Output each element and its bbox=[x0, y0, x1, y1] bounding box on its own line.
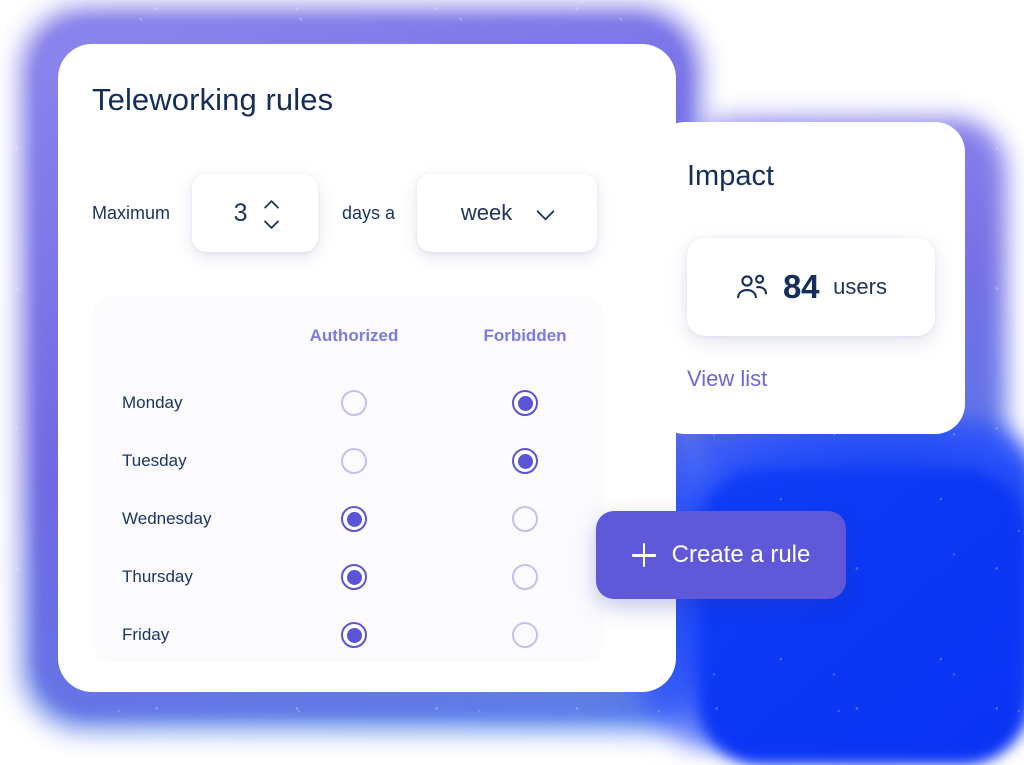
chevron-down-icon bbox=[538, 208, 553, 218]
column-header-authorized: Authorized bbox=[309, 326, 399, 345]
page-title: Teleworking rules bbox=[92, 82, 334, 117]
column-header-forbidden: Forbidden bbox=[483, 326, 567, 345]
period-select-value: week bbox=[460, 200, 513, 225]
radio-friday-forbidden[interactable] bbox=[512, 622, 538, 648]
radio-monday-forbidden[interactable] bbox=[512, 390, 538, 416]
users-icon bbox=[737, 274, 768, 299]
table-row: Thursday bbox=[92, 548, 604, 606]
create-rule-label: Create a rule bbox=[671, 541, 811, 568]
impact-users-stat: 84 users bbox=[687, 238, 935, 336]
days-quantity-stepper[interactable]: 3 bbox=[192, 174, 319, 252]
day-label: Thursday bbox=[122, 567, 193, 586]
screenshot-stage: Teleworking rules Maximum 3 days a week … bbox=[0, 0, 1024, 765]
chevron-up-icon[interactable] bbox=[265, 201, 278, 209]
users-unit-label: users bbox=[833, 274, 887, 299]
table-row: Tuesday bbox=[92, 432, 604, 490]
radio-wednesday-forbidden[interactable] bbox=[512, 506, 538, 532]
days-a-label: days a bbox=[342, 202, 396, 223]
permissions-column-headers: Authorized Forbidden bbox=[92, 326, 604, 350]
period-select[interactable]: week bbox=[417, 174, 598, 252]
weekday-permissions-panel: Authorized Forbidden Monday Tuesday Wedn… bbox=[92, 296, 604, 662]
max-days-rule-row: Maximum 3 days a week bbox=[92, 174, 644, 252]
maximum-label: Maximum bbox=[92, 202, 171, 223]
radio-tuesday-authorized[interactable] bbox=[341, 448, 367, 474]
view-list-link[interactable]: View list bbox=[687, 366, 767, 392]
create-rule-button[interactable]: Create a rule bbox=[596, 511, 846, 599]
users-count: 84 bbox=[783, 268, 820, 305]
teleworking-rules-card: Teleworking rules Maximum 3 days a week … bbox=[58, 44, 676, 692]
table-row: Friday bbox=[92, 606, 604, 664]
stepper-arrows bbox=[265, 201, 278, 226]
day-label: Wednesday bbox=[122, 509, 212, 528]
radio-thursday-authorized[interactable] bbox=[341, 564, 367, 590]
day-label: Friday bbox=[122, 625, 170, 644]
impact-title: Impact bbox=[687, 160, 775, 192]
day-label: Tuesday bbox=[122, 451, 187, 470]
radio-thursday-forbidden[interactable] bbox=[512, 564, 538, 590]
impact-card: Impact 84 users View list bbox=[655, 122, 965, 434]
day-label: Monday bbox=[122, 393, 183, 412]
stepper-value: 3 bbox=[233, 198, 248, 227]
radio-friday-authorized[interactable] bbox=[341, 622, 367, 648]
plus-icon bbox=[631, 543, 656, 567]
radio-wednesday-authorized[interactable] bbox=[341, 506, 367, 532]
table-row: Monday bbox=[92, 374, 604, 432]
table-row: Wednesday bbox=[92, 490, 604, 548]
chevron-down-icon[interactable] bbox=[265, 218, 278, 226]
radio-tuesday-forbidden[interactable] bbox=[512, 448, 538, 474]
radio-monday-authorized[interactable] bbox=[341, 390, 367, 416]
